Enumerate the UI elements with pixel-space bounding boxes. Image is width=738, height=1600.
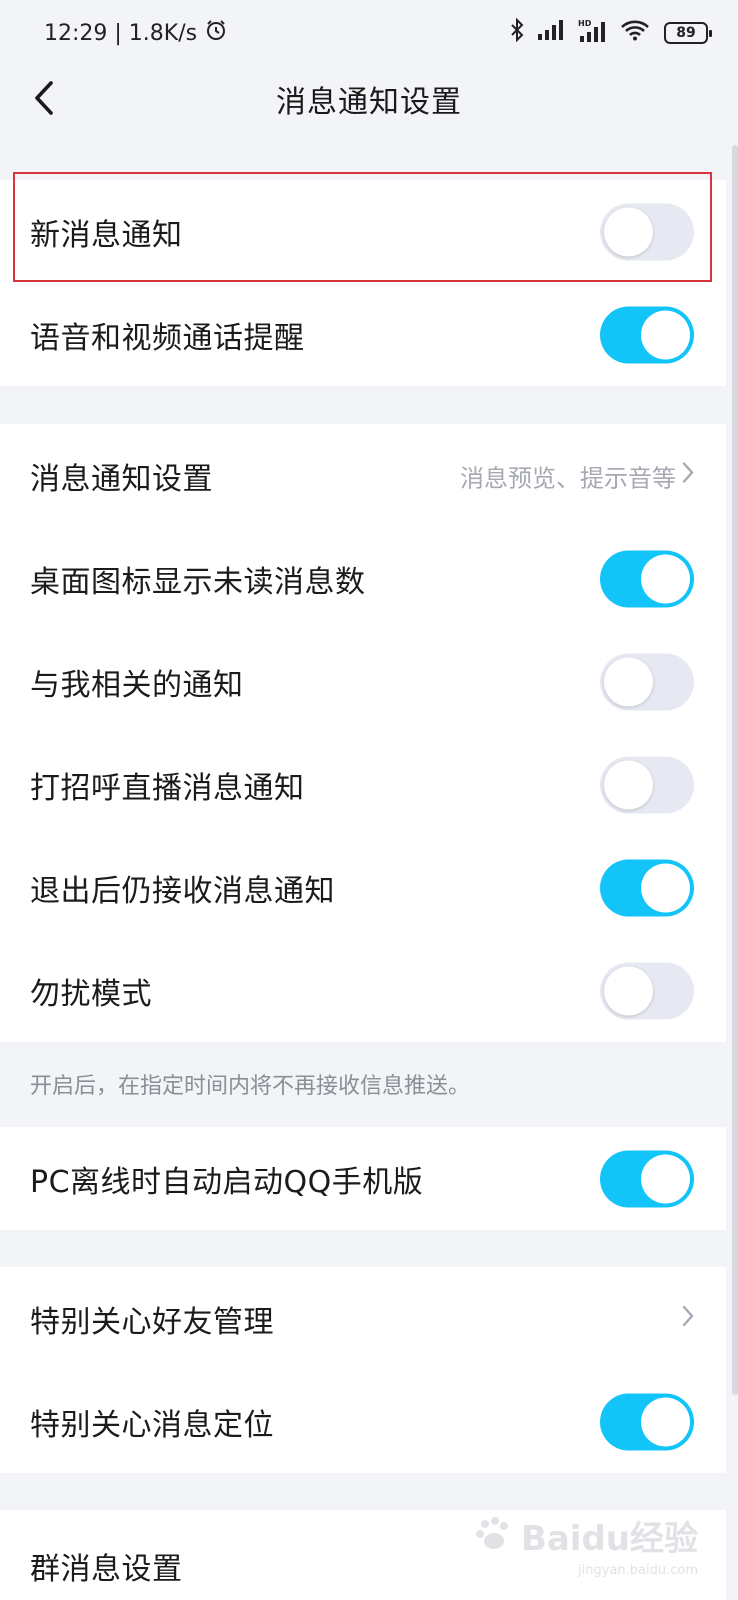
row-call-reminder[interactable]: 语音和视频通话提醒: [0, 283, 726, 386]
row-do-not-disturb[interactable]: 勿扰模式: [0, 939, 726, 1042]
row-value: 消息预览、提示音等: [460, 464, 676, 492]
toggle-knob: [604, 966, 653, 1015]
chevron-right-icon: [682, 1305, 694, 1333]
call-reminder-toggle[interactable]: [600, 306, 694, 363]
svg-text:HD: HD: [578, 19, 592, 28]
row-special-care-locate[interactable]: 特别关心消息定位: [0, 1370, 726, 1473]
pc-offline-autostart-toggle[interactable]: [600, 1150, 694, 1207]
row-detail: 消息预览、提示音等: [460, 458, 694, 493]
chevron-left-icon: [33, 81, 55, 119]
bluetooth-icon: [510, 17, 524, 48]
row-new-message-notification[interactable]: 新消息通知: [0, 180, 726, 283]
scrollbar[interactable]: [732, 145, 738, 1395]
toggle-knob: [641, 310, 690, 359]
row-special-care-manage[interactable]: 特别关心好友管理: [0, 1267, 726, 1370]
row-label: 打招呼直播消息通知: [30, 770, 305, 806]
badge-count-toggle[interactable]: [600, 550, 694, 607]
page-title: 消息通知设置: [276, 85, 462, 120]
battery-level: 89: [676, 25, 696, 41]
toggle-knob: [641, 1154, 690, 1203]
status-time: 12:29 | 1.8K/s: [44, 20, 198, 46]
row-badge-count[interactable]: 桌面图标显示未读消息数: [0, 527, 726, 630]
status-right: HD 89: [510, 17, 712, 48]
row-live-greeting[interactable]: 打招呼直播消息通知: [0, 733, 726, 836]
status-left: 12:29 | 1.8K/s: [44, 19, 227, 47]
settings-group-2: 消息通知设置 消息预览、提示音等 桌面图标显示未读消息数 与我相关的通知 打招呼…: [0, 424, 726, 1042]
alarm-icon: [205, 19, 227, 47]
toggle-knob: [641, 863, 690, 912]
row-label: 特别关心好友管理: [30, 1304, 274, 1340]
row-group-message-settings[interactable]: 群消息设置: [0, 1510, 726, 1600]
toggle-knob: [641, 1397, 690, 1446]
do-not-disturb-toggle[interactable]: [600, 962, 694, 1019]
do-not-disturb-hint: 开启后，在指定时间内将不再接收信息推送。: [30, 1074, 471, 1099]
back-button[interactable]: [22, 78, 66, 122]
row-receive-after-logout[interactable]: 退出后仍接收消息通知: [0, 836, 726, 939]
row-label: PC离线时自动启动QQ手机版: [30, 1164, 424, 1200]
signal-icon: [538, 20, 564, 46]
settings-group-4: 特别关心好友管理 特别关心消息定位: [0, 1267, 726, 1473]
toggle-knob: [604, 760, 653, 809]
row-label: 语音和视频通话提醒: [30, 320, 305, 356]
hd-signal-icon: HD: [578, 18, 606, 48]
row-pc-offline-autostart[interactable]: PC离线时自动启动QQ手机版: [0, 1127, 726, 1230]
row-label: 消息通知设置: [30, 461, 213, 497]
live-greeting-toggle[interactable]: [600, 756, 694, 813]
row-label: 与我相关的通知: [30, 667, 244, 703]
row-label: 勿扰模式: [30, 976, 152, 1012]
row-label: 新消息通知: [30, 217, 183, 253]
related-notifications-toggle[interactable]: [600, 653, 694, 710]
toggle-knob: [604, 657, 653, 706]
status-bar: 12:29 | 1.8K/s HD 89: [0, 0, 738, 66]
receive-after-logout-toggle[interactable]: [600, 859, 694, 916]
settings-group-3: PC离线时自动启动QQ手机版: [0, 1127, 726, 1230]
row-label: 群消息设置: [30, 1552, 183, 1587]
special-care-locate-toggle[interactable]: [600, 1393, 694, 1450]
row-detail: [682, 1305, 694, 1333]
toggle-knob: [641, 554, 690, 603]
row-notification-settings[interactable]: 消息通知设置 消息预览、提示音等: [0, 424, 726, 527]
toggle-knob: [604, 207, 653, 256]
wifi-icon: [620, 19, 650, 47]
settings-group-5: 群消息设置: [0, 1510, 726, 1600]
row-related-notifications[interactable]: 与我相关的通知: [0, 630, 726, 733]
chevron-right-icon: [682, 462, 694, 490]
settings-group-1: 新消息通知 语音和视频通话提醒: [0, 180, 726, 386]
nav-bar: 消息通知设置: [0, 66, 738, 132]
row-label: 退出后仍接收消息通知: [30, 873, 335, 909]
new-message-toggle[interactable]: [600, 203, 694, 260]
battery-icon: 89: [664, 22, 712, 44]
row-label: 桌面图标显示未读消息数: [30, 564, 366, 600]
row-label: 特别关心消息定位: [30, 1407, 274, 1443]
